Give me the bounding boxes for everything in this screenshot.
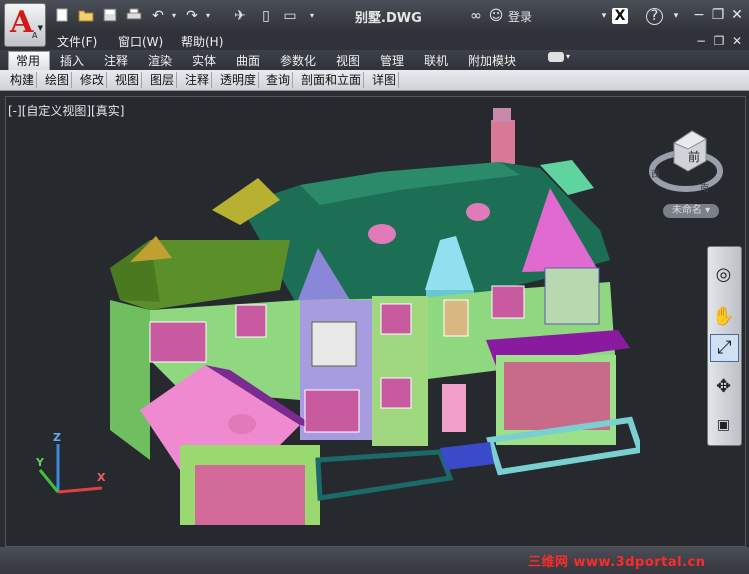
monitor-icon[interactable]: ▭	[282, 8, 298, 24]
ribbon-tab-render[interactable]: 渲染	[148, 52, 172, 69]
minimize-window-button[interactable]: −	[690, 6, 708, 24]
qat-dropdown-icon[interactable]: ▾	[304, 8, 320, 24]
ucs-menu-label: 未命名	[671, 205, 702, 216]
redo-dropdown-icon[interactable]: ▾	[200, 8, 216, 24]
menu-file[interactable]: 文件(F)	[57, 33, 97, 50]
panel-annotation[interactable]: 注释	[183, 72, 213, 88]
doc-minimize-button[interactable]: −	[692, 32, 710, 50]
open-icon[interactable]	[78, 8, 94, 24]
app-menu-dropdown-icon: ▼	[37, 24, 43, 32]
ribbon-tab-insert[interactable]: 插入	[60, 52, 84, 69]
ribbon-options-dropdown-icon[interactable]: ▾	[566, 52, 570, 61]
help-icon[interactable]: ?	[646, 8, 663, 25]
panel-section-elevation[interactable]: 剖面和立面	[299, 72, 365, 88]
save-icon[interactable]	[102, 8, 118, 24]
undo-icon[interactable]: ↶	[150, 8, 166, 24]
compass-south-label[interactable]: 南	[700, 181, 709, 194]
panel-layers[interactable]: 图层	[148, 72, 178, 88]
ribbon-tab-view[interactable]: 视图	[336, 52, 360, 69]
panel-draw[interactable]: 绘图	[43, 72, 73, 88]
watermark-text: 三维网 www.3dportal.cn	[528, 555, 706, 570]
panel-modify[interactable]: 修改	[78, 72, 108, 88]
ribbon-tab-online[interactable]: 联机	[424, 52, 448, 69]
ribbon-minimize-icon[interactable]	[548, 52, 564, 62]
document-title: 别墅.DWG	[355, 11, 422, 26]
user-icon[interactable]: ☺	[488, 8, 504, 24]
showmotion-icon[interactable]: ▣	[710, 412, 737, 438]
application-menu-button[interactable]: A A ▼	[4, 3, 46, 47]
binoculars-icon[interactable]: ∞	[468, 8, 484, 24]
new-icon[interactable]	[54, 8, 70, 24]
print-icon[interactable]	[126, 8, 142, 24]
house-3d-model[interactable]	[100, 100, 640, 530]
restore-window-button[interactable]: ❐	[709, 6, 727, 24]
ucs-x-label: X	[97, 471, 106, 484]
steering-wheel-icon[interactable]: ◎	[710, 262, 737, 288]
menu-help[interactable]: 帮助(H)	[181, 33, 223, 50]
close-window-button[interactable]: ✕	[728, 6, 746, 24]
satellite-icon[interactable]: ✈	[232, 8, 248, 24]
ucs-y-label: Y	[36, 456, 44, 469]
ribbon-tab-addins[interactable]: 附加模块	[468, 52, 516, 69]
ucs-menu-dropdown[interactable]: 未命名 ▾	[663, 204, 719, 218]
ribbon-tab-home[interactable]: 常用	[16, 52, 40, 69]
undo-dropdown-icon[interactable]: ▾	[166, 8, 182, 24]
ribbon-tab-surface[interactable]: 曲面	[236, 52, 260, 69]
ribbon-tab-parametric[interactable]: 参数化	[280, 52, 316, 69]
ucs-z-label: Z	[53, 431, 61, 444]
login-dropdown-icon[interactable]: ▾	[596, 8, 612, 24]
panel-inquiry[interactable]: 查询	[264, 72, 294, 88]
login-link[interactable]: 登录	[508, 8, 532, 25]
panel-build[interactable]: 构建	[8, 72, 38, 88]
doc-restore-button[interactable]: ❐	[710, 32, 728, 50]
ribbon-tab-annotate[interactable]: 注释	[104, 52, 128, 69]
doc-close-button[interactable]: ✕	[728, 32, 746, 50]
phone-icon[interactable]: ▯	[258, 8, 274, 24]
menu-window[interactable]: 窗口(W)	[118, 33, 163, 50]
orbit-icon[interactable]: ✥	[710, 374, 737, 400]
panel-detail[interactable]: 详图	[370, 72, 400, 88]
menu-bar	[0, 32, 749, 50]
viewcube-face-label[interactable]: 前	[688, 148, 700, 165]
ribbon-tab-solid[interactable]: 实体	[192, 52, 216, 69]
ribbon-tab-manage[interactable]: 管理	[380, 52, 404, 69]
pan-hand-icon[interactable]: ✋	[710, 304, 737, 330]
panel-transparency[interactable]: 透明度	[218, 72, 260, 88]
redo-icon[interactable]: ↷	[184, 8, 200, 24]
help-dropdown-icon[interactable]: ▾	[668, 8, 684, 24]
panel-view[interactable]: 视图	[113, 72, 143, 88]
zoom-extents-icon[interactable]: ⤢	[710, 334, 739, 362]
autocad-logo-icon: A	[10, 5, 34, 40]
exchange-x-icon[interactable]: X	[612, 8, 628, 24]
app-button-sub-label: A	[32, 31, 38, 40]
compass-west-label[interactable]: 西	[651, 167, 660, 180]
